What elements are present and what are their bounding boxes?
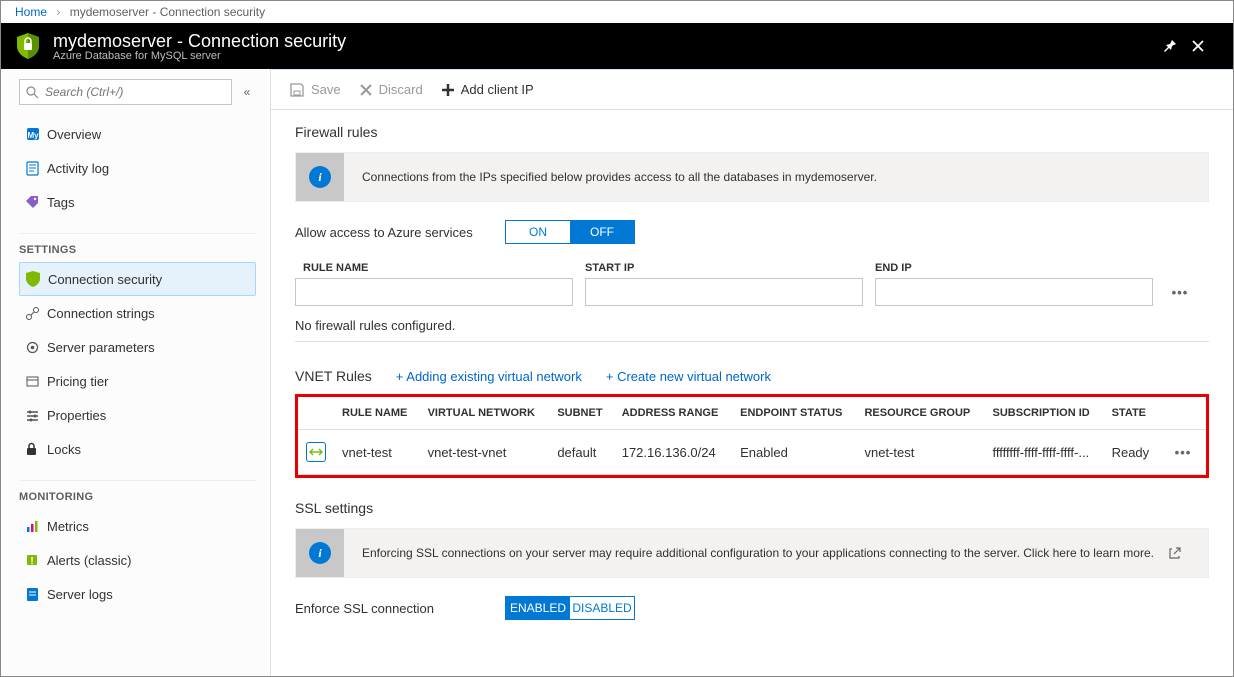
ssl-info-banner: i Enforcing SSL connections on your serv… bbox=[295, 528, 1209, 578]
ssl-info-text: Enforcing SSL connections on your server… bbox=[362, 534, 1168, 572]
sidebar-item-connection-security[interactable]: Connection security bbox=[19, 262, 256, 296]
sidebar-item-connection-strings[interactable]: Connection strings bbox=[19, 296, 256, 330]
sidebar-item-overview[interactable]: My Overview bbox=[19, 117, 256, 151]
sidebar-item-label: Overview bbox=[47, 127, 101, 142]
sidebar-item-label: Locks bbox=[47, 442, 81, 457]
external-link-icon[interactable] bbox=[1168, 547, 1208, 560]
sidebar: « My Overview Activity log Tags SETTINGS… bbox=[1, 69, 271, 676]
logs-icon bbox=[25, 587, 47, 602]
svg-text:!: ! bbox=[30, 556, 33, 567]
info-icon: i bbox=[296, 153, 344, 201]
sidebar-item-metrics[interactable]: Metrics bbox=[19, 509, 256, 543]
save-button[interactable]: Save bbox=[289, 82, 341, 98]
enforce-ssl-toggle[interactable]: ENABLED DISABLED bbox=[505, 596, 635, 620]
sidebar-item-label: Alerts (classic) bbox=[47, 553, 132, 568]
add-existing-vnet-link[interactable]: + Adding existing virtual network bbox=[396, 369, 582, 384]
vnet-rules-table: RULE NAME VIRTUAL NETWORK SUBNET ADDRESS… bbox=[298, 397, 1206, 475]
blade-header: mydemoserver - Connection security Azure… bbox=[1, 23, 1233, 69]
vnet-rules-highlight-box: RULE NAME VIRTUAL NETWORK SUBNET ADDRESS… bbox=[295, 394, 1209, 478]
firewall-start-ip-input[interactable] bbox=[585, 278, 863, 306]
plus-icon bbox=[441, 83, 455, 97]
gear-icon bbox=[25, 340, 47, 355]
firewall-rule-name-input[interactable] bbox=[295, 278, 573, 306]
discard-label: Discard bbox=[379, 82, 423, 97]
close-icon[interactable] bbox=[1191, 39, 1219, 53]
shield-icon bbox=[15, 32, 41, 60]
firewall-end-ip-input[interactable] bbox=[875, 278, 1153, 306]
sidebar-item-label: Connection strings bbox=[47, 306, 155, 321]
vnet-icon bbox=[298, 430, 334, 475]
page-title: mydemoserver - Connection security bbox=[53, 31, 1163, 52]
sidebar-item-label: Metrics bbox=[47, 519, 89, 534]
sidebar-item-label: Activity log bbox=[47, 161, 109, 176]
add-client-ip-button[interactable]: Add client IP bbox=[441, 82, 534, 97]
firewall-section-title: Firewall rules bbox=[295, 124, 1209, 140]
sidebar-item-locks[interactable]: Locks bbox=[19, 432, 256, 466]
sidebar-group-settings: SETTINGS bbox=[19, 233, 256, 256]
firewall-info-banner: i Connections from the IPs specified bel… bbox=[295, 152, 1209, 202]
sidebar-item-server-parameters[interactable]: Server parameters bbox=[19, 330, 256, 364]
toggle-disabled[interactable]: DISABLED bbox=[570, 597, 634, 619]
vnet-section-title: VNET Rules bbox=[295, 368, 372, 384]
collapse-sidebar-icon[interactable]: « bbox=[238, 85, 256, 99]
allow-azure-label: Allow access to Azure services bbox=[295, 225, 505, 240]
firewall-table-header: RULE NAME START IP END IP bbox=[295, 258, 1209, 278]
pin-icon[interactable] bbox=[1163, 39, 1191, 53]
allow-azure-toggle[interactable]: ON OFF bbox=[505, 220, 635, 244]
search-input[interactable] bbox=[45, 85, 225, 99]
svg-text:My: My bbox=[27, 131, 39, 140]
info-icon: i bbox=[296, 529, 344, 577]
chart-icon bbox=[25, 519, 47, 534]
lock-icon bbox=[25, 442, 47, 457]
search-icon bbox=[26, 86, 39, 99]
breadcrumb-home[interactable]: Home bbox=[15, 5, 47, 19]
main-pane: Save Discard Add client IP Firewall rule… bbox=[271, 69, 1233, 676]
database-icon: My bbox=[25, 126, 47, 142]
pricing-icon bbox=[25, 374, 47, 389]
save-icon bbox=[289, 82, 305, 98]
sidebar-item-label: Tags bbox=[47, 195, 74, 210]
sidebar-item-tags[interactable]: Tags bbox=[19, 185, 256, 219]
chevron-right-icon: › bbox=[56, 5, 60, 19]
save-label: Save bbox=[311, 82, 341, 97]
sidebar-item-label: Server logs bbox=[47, 587, 113, 602]
sidebar-item-alerts[interactable]: ! Alerts (classic) bbox=[19, 543, 256, 577]
toolbar: Save Discard Add client IP bbox=[271, 70, 1233, 110]
alert-icon: ! bbox=[25, 553, 47, 567]
connection-icon bbox=[25, 306, 47, 321]
sidebar-item-label: Server parameters bbox=[47, 340, 155, 355]
firewall-info-text: Connections from the IPs specified below… bbox=[362, 158, 1208, 196]
enforce-ssl-label: Enforce SSL connection bbox=[295, 601, 505, 616]
ssl-section-title: SSL settings bbox=[295, 500, 1209, 516]
firewall-empty-message: No firewall rules configured. bbox=[295, 314, 1209, 342]
sidebar-group-monitoring: MONITORING bbox=[19, 480, 256, 503]
add-client-ip-label: Add client IP bbox=[461, 82, 534, 97]
shield-small-icon bbox=[26, 271, 48, 287]
firewall-row-menu[interactable]: ••• bbox=[1165, 285, 1195, 300]
toggle-enabled[interactable]: ENABLED bbox=[506, 597, 570, 619]
sidebar-item-pricing-tier[interactable]: Pricing tier bbox=[19, 364, 256, 398]
breadcrumb: Home › mydemoserver - Connection securit… bbox=[1, 1, 1233, 23]
sidebar-item-label: Connection security bbox=[48, 272, 162, 287]
log-icon bbox=[25, 161, 47, 176]
toggle-off[interactable]: OFF bbox=[570, 221, 634, 243]
sidebar-item-activity-log[interactable]: Activity log bbox=[19, 151, 256, 185]
create-new-vnet-link[interactable]: + Create new virtual network bbox=[606, 369, 771, 384]
vnet-rule-row[interactable]: vnet-test vnet-test-vnet default 172.16.… bbox=[298, 430, 1206, 475]
sidebar-item-label: Pricing tier bbox=[47, 374, 108, 389]
discard-icon bbox=[359, 83, 373, 97]
sidebar-item-server-logs[interactable]: Server logs bbox=[19, 577, 256, 611]
properties-icon bbox=[25, 408, 47, 423]
search-input-wrapper[interactable] bbox=[19, 79, 232, 105]
toggle-on[interactable]: ON bbox=[506, 221, 570, 243]
vnet-row-menu[interactable]: ••• bbox=[1168, 445, 1198, 460]
breadcrumb-current: mydemoserver - Connection security bbox=[70, 5, 265, 19]
discard-button[interactable]: Discard bbox=[359, 82, 423, 97]
sidebar-item-label: Properties bbox=[47, 408, 106, 423]
page-subtitle: Azure Database for MySQL server bbox=[53, 50, 1163, 62]
tag-icon bbox=[25, 195, 47, 210]
sidebar-item-properties[interactable]: Properties bbox=[19, 398, 256, 432]
